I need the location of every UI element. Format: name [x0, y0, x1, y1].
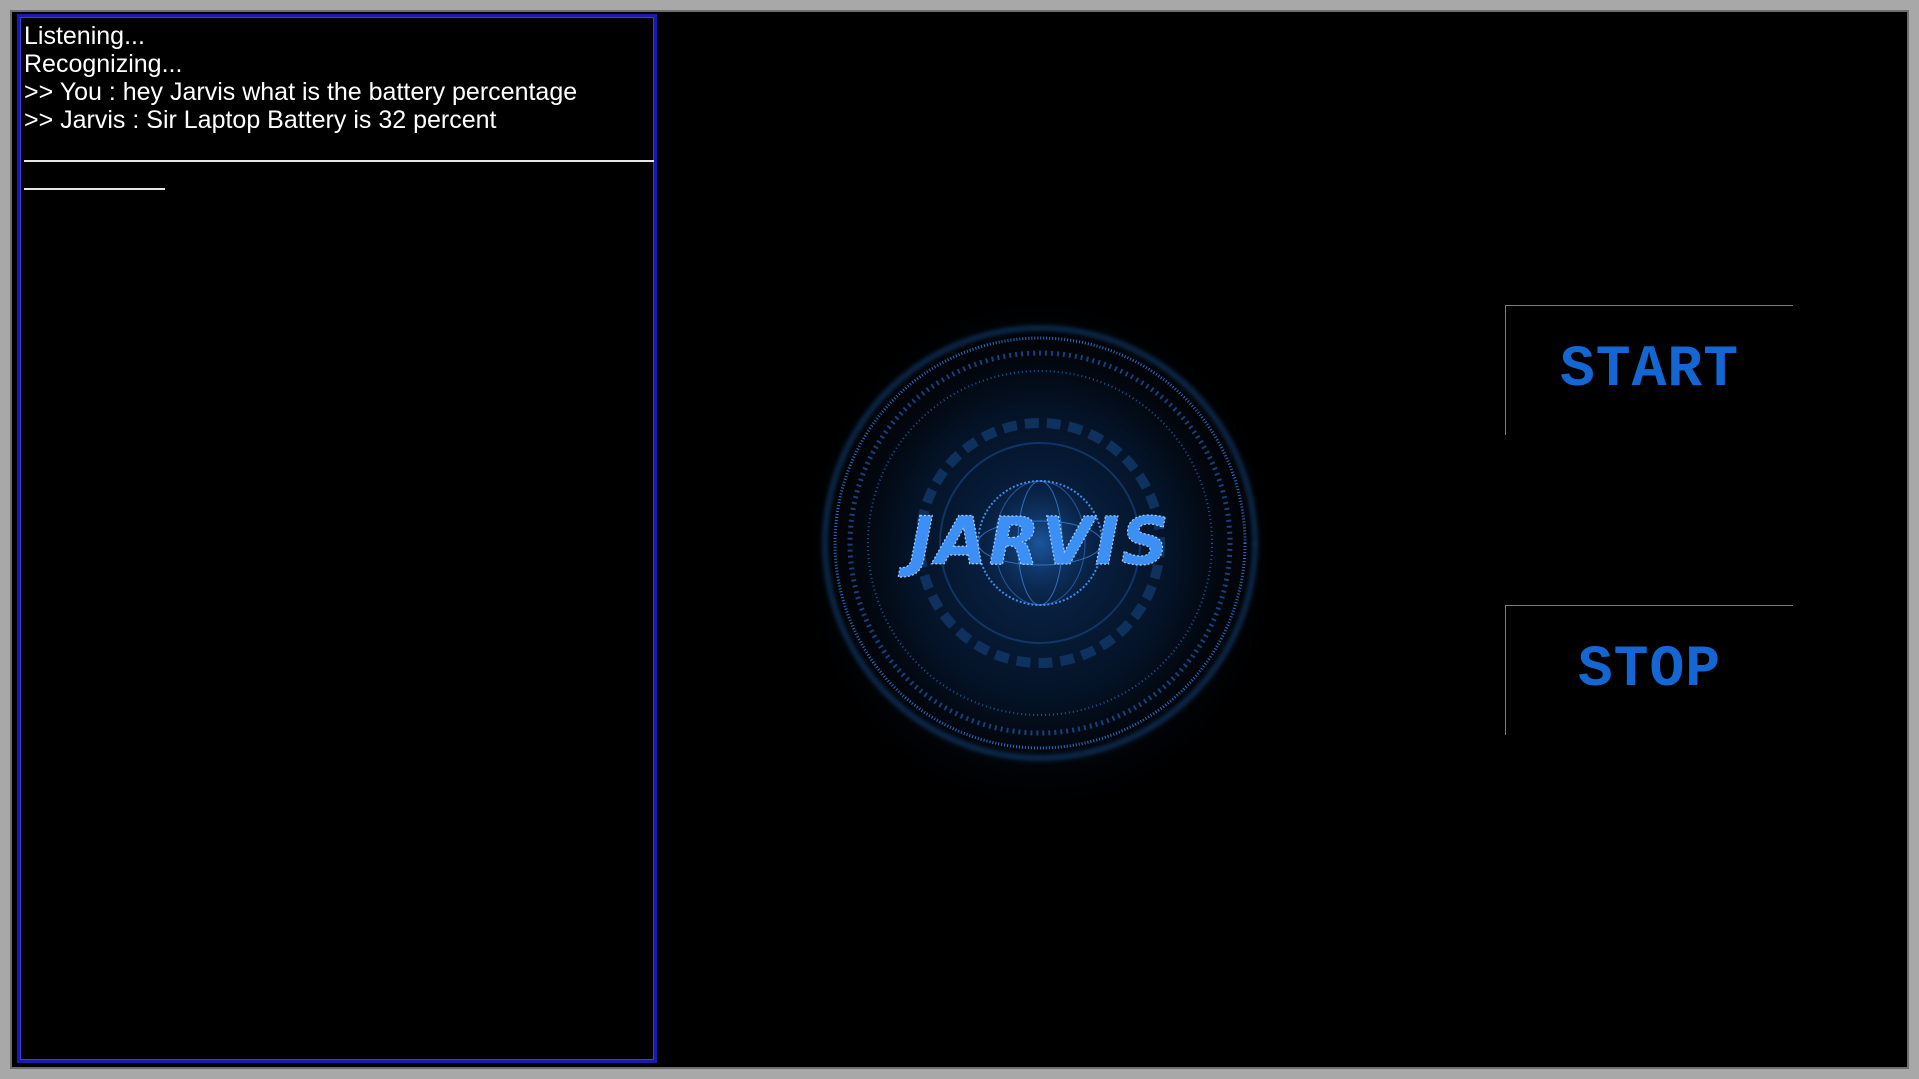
log-line: Listening... — [24, 22, 145, 50]
conversation-log[interactable]: Listening... Recognizing... >> You : hey… — [17, 14, 657, 1063]
stop-button[interactable]: STOP — [1505, 605, 1793, 735]
logo-wordmark: JARVIS — [898, 503, 1171, 580]
stop-button-label: STOP — [1577, 638, 1722, 703]
log-separator-short — [24, 188, 165, 190]
log-line: >> Jarvis : Sir Laptop Battery is 32 per… — [24, 106, 497, 134]
start-button-label: START — [1559, 338, 1740, 403]
jarvis-logo-icon: JARVIS — [790, 258, 1290, 818]
log-line: >> You : hey Jarvis what is the battery … — [24, 78, 578, 106]
log-line: Recognizing... — [24, 50, 183, 78]
start-button[interactable]: START — [1505, 305, 1793, 435]
log-separator — [24, 160, 654, 162]
